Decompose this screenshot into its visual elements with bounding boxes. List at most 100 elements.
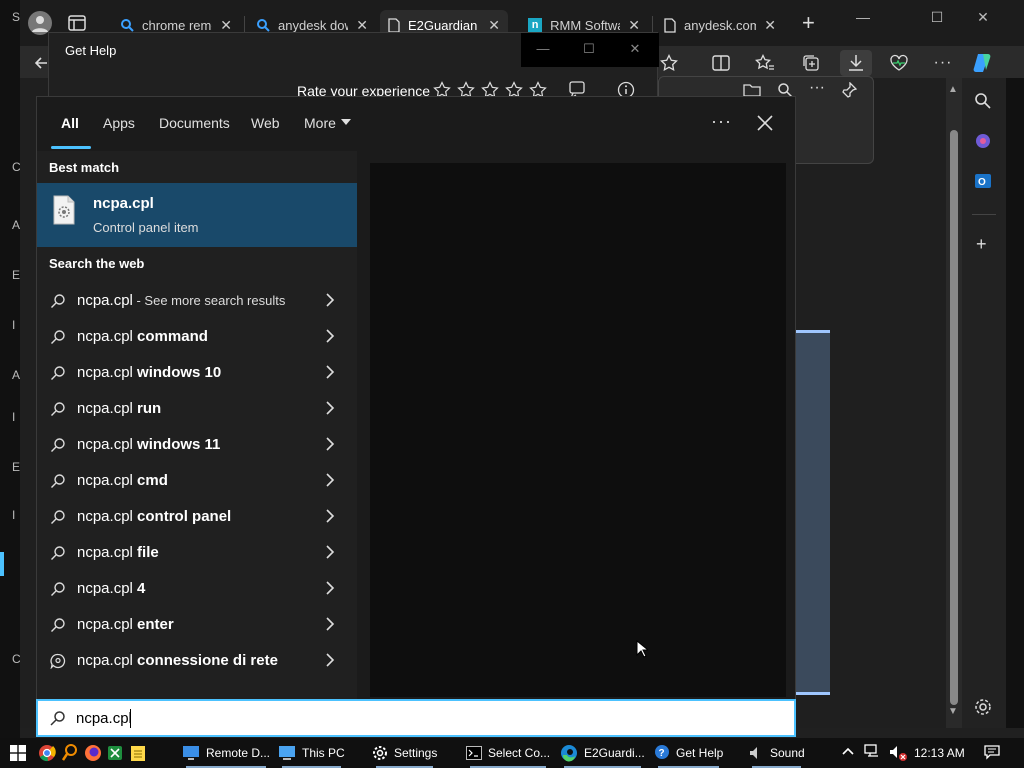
favorite-star-icon[interactable] [656,50,682,76]
filter-documents[interactable]: Documents [159,115,230,131]
browser-essentials-icon[interactable] [886,50,912,76]
web-suggestion-item[interactable]: ncpa.cpl - See more search results [37,283,357,319]
chevron-right-icon[interactable] [325,329,335,343]
tab-close-icon[interactable]: ✕ [628,17,640,34]
web-suggestion-item[interactable]: ncpa.cpl file [37,535,357,571]
tab-label: anydesk.com [684,17,757,33]
suggestion-completion-text: enter [132,616,174,633]
volume-muted-icon[interactable] [888,744,908,762]
copilot-icon[interactable] [970,50,996,76]
web-suggestion-label: ncpa.cpl command [77,328,208,345]
chevron-down-icon[interactable] [341,119,351,125]
notifications-icon[interactable] [984,744,1000,760]
background-glyph: I [12,318,16,332]
web-suggestion-item[interactable]: ncpa.cpl 4 [37,571,357,607]
taskbar-app-command-prompt[interactable]: Select Co... [466,742,550,768]
chevron-right-icon[interactable] [325,653,335,667]
chevron-right-icon[interactable] [325,401,335,415]
background-glyph: E [12,268,21,282]
filter-more[interactable]: More [304,115,336,131]
close-icon[interactable] [757,115,773,131]
chevron-right-icon[interactable] [325,581,335,595]
collections-icon[interactable] [798,50,824,76]
filter-web[interactable]: Web [251,115,280,131]
scroll-down-icon[interactable]: ▼ [948,706,958,717]
pin-icon[interactable] [841,82,857,98]
search-input[interactable]: ncpa.cpl [76,710,132,727]
search-icon [50,581,66,597]
minimize-button[interactable]: — [840,6,886,28]
speaker-icon [748,745,764,761]
tab-close-icon[interactable]: ✕ [764,17,776,34]
filter-apps[interactable]: Apps [103,115,135,131]
browser-tab[interactable]: anydesk.com ✕ [656,10,784,40]
split-screen-icon[interactable] [708,50,734,76]
start-windows-icon[interactable] [10,745,26,761]
more-options-icon[interactable]: ··· [711,111,732,132]
clock[interactable]: 12:13 AM [914,746,965,760]
best-match-result[interactable]: ncpa.cpl Control panel item [37,183,357,247]
downloads-icon[interactable] [840,50,872,76]
search-box[interactable]: ncpa.cpl [36,699,796,737]
firefox-icon[interactable] [84,744,102,762]
minimize-button[interactable]: — [529,41,557,56]
outlook-icon[interactable]: O [974,172,992,190]
new-tab-button[interactable]: + [802,12,815,34]
scroll-up-icon[interactable]: ▲ [948,84,958,95]
chevron-right-icon[interactable] [325,509,335,523]
web-suggestion-item[interactable]: ncpa.cpl windows 11 [37,427,357,463]
taskbar-app-sound[interactable]: Sound [748,742,805,768]
web-suggestion-label: ncpa.cpl windows 10 [77,364,221,381]
chevron-right-icon[interactable] [325,293,335,307]
web-suggestion-item[interactable]: ncpa.cpl control panel [37,499,357,535]
taskbar-app-remote-desktop[interactable]: Remote D... [182,742,270,768]
scrollbar-thumb[interactable] [950,130,958,705]
search-tool-icon[interactable] [62,744,78,762]
web-suggestion-item[interactable]: ncpa.cpl run [37,391,357,427]
web-suggestion-item[interactable]: ncpa.cpl cmd [37,463,357,499]
close-window-button[interactable]: ✕ [621,41,649,57]
chevron-right-icon[interactable] [325,437,335,451]
excel-tool-icon[interactable] [106,744,124,762]
taskbar-app-label: Get Help [676,746,724,760]
sidebar-settings-icon[interactable] [974,698,992,716]
taskbar-app-this-pc[interactable]: This PC [278,742,345,768]
more-icon[interactable]: ··· [809,79,825,97]
web-suggestion-item[interactable]: ncpa.cpl connessione di rete [37,643,357,679]
web-suggestion-item[interactable]: ncpa.cpl windows 10 [37,355,357,391]
network-icon[interactable] [864,744,882,760]
copilot-sidebar-icon[interactable] [974,132,992,150]
taskbar-app-label: This PC [302,746,345,760]
notepad-icon[interactable] [130,744,146,762]
tab-label: anydesk dow [278,17,349,33]
chevron-up-icon[interactable] [842,746,854,756]
folder-icon[interactable] [743,83,761,97]
web-suggestion-label: ncpa.cpl cmd [77,472,168,489]
taskbar-app-settings[interactable]: Settings [372,742,437,768]
add-sidebar-app-icon[interactable]: + [976,234,987,255]
edge-icon [560,744,578,762]
close-window-button[interactable]: ✕ [960,6,1006,28]
favorites-icon[interactable] [752,50,778,76]
web-suggestion-label: ncpa.cpl 4 [77,580,145,597]
taskbar-app-edge[interactable]: E2Guardi... [560,742,645,768]
search-icon[interactable] [974,92,992,110]
tab-close-icon[interactable]: ✕ [488,17,500,34]
filter-all[interactable]: All [61,115,79,131]
tab-close-icon[interactable]: ✕ [356,17,368,34]
chrome-icon[interactable] [38,744,56,762]
get-help-window-controls: — ☐ ✕ [521,33,659,67]
workspaces-icon[interactable] [68,15,86,31]
chevron-right-icon[interactable] [325,473,335,487]
taskbar-app-get-help[interactable]: ? Get Help [654,742,724,768]
more-icon[interactable]: ··· [930,50,956,76]
maximize-button[interactable]: ☐ [914,6,960,28]
web-suggestion-item[interactable]: ncpa.cpl enter [37,607,357,643]
tab-close-icon[interactable]: ✕ [220,17,232,34]
chevron-right-icon[interactable] [325,545,335,559]
maximize-button[interactable]: ☐ [575,41,603,57]
web-suggestion-item[interactable]: ncpa.cpl command [37,319,357,355]
chevron-right-icon[interactable] [325,365,335,379]
remote-desktop-icon [182,745,200,761]
chevron-right-icon[interactable] [325,617,335,631]
